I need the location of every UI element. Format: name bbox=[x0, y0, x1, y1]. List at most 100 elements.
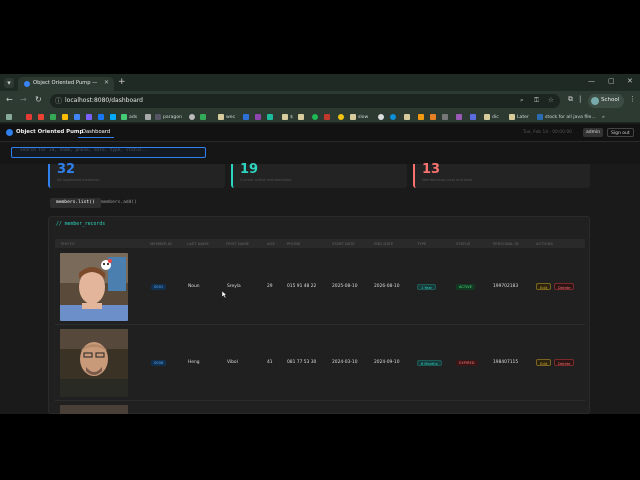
brand-logo-icon bbox=[6, 129, 13, 136]
bookmark-folder-3[interactable] bbox=[404, 113, 412, 121]
bookmark-settings-icon[interactable] bbox=[189, 113, 197, 121]
address-bar[interactable]: ⓘ localhost:8080/dashboard ⌕ ⚿ ☆ bbox=[50, 94, 560, 108]
profile-chip[interactable]: School bbox=[588, 94, 624, 108]
bookmark-paragon[interactable]: paragon bbox=[155, 113, 182, 121]
age: 29 bbox=[267, 284, 273, 289]
stat-card-active: 19 Current active memberships bbox=[231, 162, 407, 188]
bookmark-blue-icon[interactable] bbox=[243, 113, 251, 121]
tab-members-add[interactable]: members.add() bbox=[95, 198, 143, 208]
password-key-icon[interactable]: ⚿ bbox=[534, 96, 539, 105]
bookmark-folder-dollar[interactable]: $ bbox=[282, 113, 293, 121]
stat-card-expired: 13 Memberships past end date bbox=[413, 162, 590, 188]
bookmark-later-folder[interactable]: Later bbox=[509, 113, 529, 121]
bookmark-spotify-icon[interactable] bbox=[312, 113, 320, 121]
brand-name: Object Oriented Pump bbox=[16, 129, 84, 135]
bookmark-ads[interactable]: ads bbox=[121, 113, 137, 121]
bookmark-gray-icon[interactable] bbox=[442, 113, 450, 121]
command-bar: search for id, name, phone, date, type, … bbox=[0, 142, 640, 164]
column-header: START DATE bbox=[332, 241, 355, 246]
table-row[interactable]: 0006 Heng Vibol 41 081 77 53 30 2024-03-… bbox=[55, 325, 585, 401]
back-icon[interactable]: ← bbox=[6, 95, 13, 104]
delete-button[interactable]: Delete bbox=[554, 359, 575, 366]
new-tab-icon[interactable]: + bbox=[118, 77, 126, 87]
end-date: 2026-08-10 bbox=[374, 284, 400, 289]
command-input[interactable]: search for id, name, phone, date, type, … bbox=[11, 147, 206, 158]
bookmark-chrome-icon[interactable] bbox=[378, 113, 386, 121]
role-badge: admin bbox=[583, 128, 604, 137]
column-header: STATUS bbox=[456, 241, 471, 246]
bookmark-gmail-icon[interactable] bbox=[38, 113, 46, 121]
bookmark-youtube-icon[interactable] bbox=[26, 113, 34, 121]
bookmark-green-icon[interactable] bbox=[200, 113, 208, 121]
window-close-icon[interactable]: ✕ bbox=[627, 77, 633, 85]
bookmark-red-icon[interactable] bbox=[324, 113, 332, 121]
maximize-icon[interactable]: ▢ bbox=[608, 77, 615, 85]
stat-label: Current active memberships bbox=[240, 178, 292, 182]
panel-title: // member_records bbox=[56, 222, 106, 227]
end-date: 2024-09-10 bbox=[374, 360, 400, 365]
divider-icon: | bbox=[579, 95, 582, 103]
table-row[interactable]: 0001 Noun Sreyla 29 015 91 48 22 2025-08… bbox=[55, 249, 585, 325]
table-row[interactable] bbox=[55, 401, 585, 414]
browser-menu-icon[interactable]: ⋮ bbox=[629, 95, 636, 103]
bookmark-edge-icon[interactable] bbox=[390, 113, 398, 121]
minimize-icon[interactable]: — bbox=[588, 77, 595, 85]
stat-label: Memberships past end date bbox=[422, 178, 473, 182]
bookmark-sun-icon[interactable] bbox=[338, 113, 346, 121]
bookmark-photos-icon[interactable] bbox=[62, 113, 70, 121]
zoom-icon[interactable]: ⌕ bbox=[520, 96, 524, 105]
status-badge: EXPIRED bbox=[456, 360, 478, 366]
bookmark-dic-folder[interactable]: dic bbox=[484, 113, 499, 121]
bookmark-news-icon[interactable] bbox=[145, 113, 153, 121]
bookmark-yellow-icon[interactable] bbox=[418, 113, 426, 121]
bookmark-messenger-icon[interactable] bbox=[110, 113, 118, 121]
bookmark-violet-icon[interactable] bbox=[456, 113, 464, 121]
bookmark-teal-icon[interactable] bbox=[267, 113, 275, 121]
bookmark-orange-icon[interactable] bbox=[430, 113, 438, 121]
signout-button[interactable]: Sign out bbox=[607, 128, 634, 137]
apps-grid-icon[interactable] bbox=[6, 113, 14, 121]
tab-title: Object Oriented Pump — Dashb bbox=[33, 80, 99, 86]
tab-members-list[interactable]: members.list() bbox=[50, 198, 101, 208]
site-info-icon[interactable]: ⓘ bbox=[55, 96, 62, 106]
bookmark-stock-java[interactable]: stock for all java file... bbox=[537, 113, 596, 121]
personal-id: 198407115 bbox=[493, 360, 519, 365]
bookmark-indigo-icon[interactable] bbox=[470, 113, 478, 121]
forward-icon[interactable]: → bbox=[20, 95, 27, 104]
all-bookmarks-icon[interactable]: » bbox=[602, 113, 605, 121]
first-name: Sreyla bbox=[227, 284, 241, 289]
column-header: LAST NAME bbox=[187, 241, 209, 246]
tab-search-icon[interactable]: ▾ bbox=[4, 78, 14, 88]
header-clock: Tue, Feb 14 · 00:00:00 bbox=[523, 130, 572, 135]
tab-favicon-icon bbox=[24, 81, 30, 87]
edit-button[interactable]: Edit bbox=[536, 359, 552, 366]
stat-card-total: 32 All registered members bbox=[48, 162, 225, 188]
bookmark-purple-icon[interactable] bbox=[255, 113, 263, 121]
bookmark-folder-2[interactable] bbox=[298, 113, 306, 121]
stat-value: 13 bbox=[422, 162, 441, 177]
delete-button[interactable]: Delete bbox=[554, 283, 575, 290]
bookmark-drive-icon[interactable] bbox=[50, 113, 58, 121]
bookmark-slow-folder[interactable]: slow bbox=[350, 113, 368, 121]
bookmark-facebook-icon[interactable] bbox=[98, 113, 106, 121]
bookmark-star-icon[interactable]: ☆ bbox=[548, 96, 554, 104]
member-photo bbox=[60, 405, 128, 414]
table-header: PHOTO MEMBER ID LAST NAME FIRST NAME AGE… bbox=[55, 239, 585, 248]
bookmark-wec-folder[interactable]: wec bbox=[218, 113, 235, 121]
extensions-icon[interactable]: ⧉ bbox=[568, 95, 573, 104]
last-name: Noun bbox=[188, 284, 200, 289]
profile-name: School bbox=[601, 97, 620, 103]
member-photo bbox=[60, 329, 128, 397]
bookmark-maps-icon[interactable] bbox=[74, 113, 82, 121]
start-date: 2025-08-10 bbox=[332, 284, 358, 289]
edit-button[interactable]: Edit bbox=[536, 283, 552, 290]
column-header: MEMBER ID bbox=[150, 241, 172, 246]
reload-icon[interactable]: ↻ bbox=[35, 95, 42, 104]
column-header: TYPE bbox=[417, 241, 427, 246]
column-header: ACTIONS bbox=[536, 241, 553, 246]
tab-close-icon[interactable]: ✕ bbox=[104, 79, 109, 86]
start-date: 2024-03-10 bbox=[332, 360, 358, 365]
bookmark-chat-icon[interactable] bbox=[86, 113, 94, 121]
nav-tab-dashboard[interactable]: Dashboard bbox=[78, 127, 115, 138]
browser-tab[interactable]: Object Oriented Pump — Dashb ✕ bbox=[18, 77, 114, 91]
